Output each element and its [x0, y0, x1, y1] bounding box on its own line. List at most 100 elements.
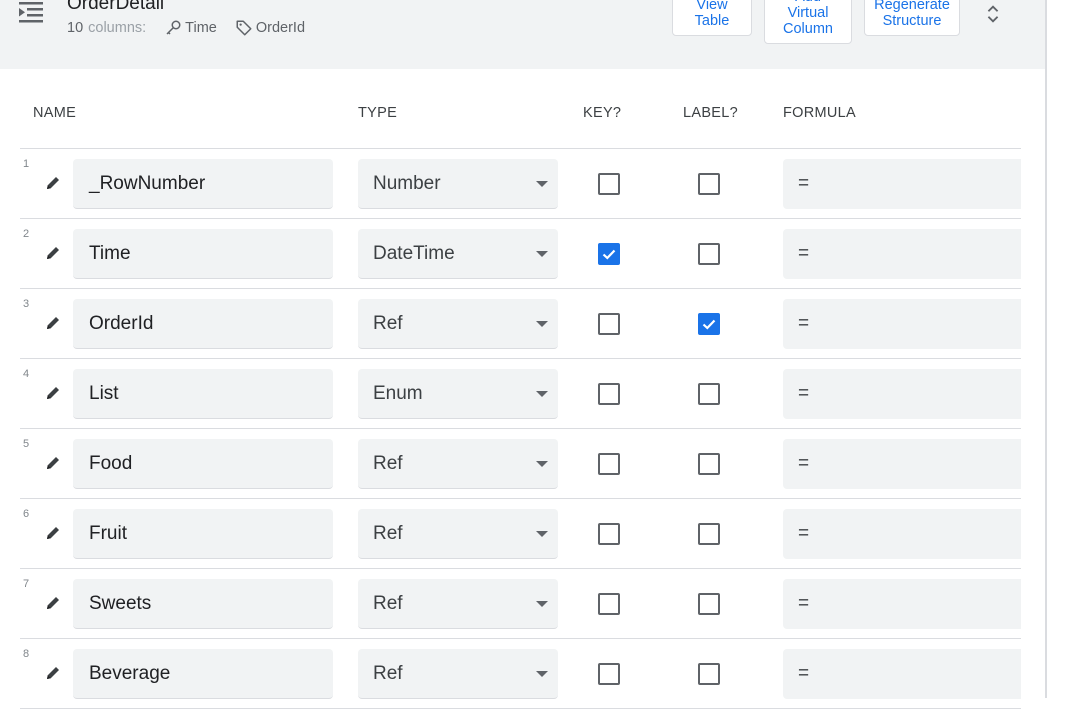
- formula-column-header: FORMULA: [783, 105, 856, 121]
- column-type-select[interactable]: Ref: [358, 299, 558, 349]
- column-row: 8 Beverage Ref =: [20, 639, 1021, 709]
- key-checkbox[interactable]: [598, 383, 620, 405]
- checkmark-icon: [602, 249, 616, 260]
- edit-pencil-icon[interactable]: [44, 524, 62, 542]
- checkmark-icon: [702, 319, 716, 330]
- formula-field[interactable]: =: [783, 229, 1021, 279]
- column-name-field[interactable]: OrderId: [73, 299, 333, 349]
- column-type-value: Ref: [373, 453, 403, 474]
- view-table-label: View Table: [694, 0, 730, 29]
- row-number: 3: [23, 298, 30, 310]
- key-checkbox[interactable]: [598, 593, 620, 615]
- formula-field[interactable]: =: [783, 369, 1021, 419]
- key-checkbox[interactable]: [598, 243, 620, 265]
- edit-pencil-icon[interactable]: [44, 664, 62, 682]
- row-divider: [20, 708, 1021, 709]
- column-type-select[interactable]: Enum: [358, 369, 558, 419]
- column-type-value: Ref: [373, 593, 403, 614]
- row-number: 7: [23, 578, 30, 590]
- formula-field[interactable]: =: [783, 439, 1021, 489]
- key-indicator: Time: [164, 19, 217, 37]
- dropdown-arrow-icon: [536, 601, 548, 607]
- column-name-field[interactable]: Beverage: [73, 649, 333, 699]
- regenerate-structure-label: Regenerate Structure: [874, 0, 950, 29]
- expand-collapse-icon[interactable]: [982, 3, 1004, 25]
- table-title: OrderDetail: [67, 0, 165, 14]
- columns-label: columns:: [88, 20, 147, 36]
- label-checkbox[interactable]: [698, 173, 720, 195]
- column-count: 10: [67, 20, 84, 36]
- dropdown-arrow-icon: [536, 251, 548, 257]
- regenerate-structure-button[interactable]: Regenerate Structure: [864, 0, 960, 36]
- key-checkbox[interactable]: [598, 523, 620, 545]
- label-checkbox[interactable]: [698, 453, 720, 475]
- column-name-field[interactable]: Sweets: [73, 579, 333, 629]
- column-type-select[interactable]: Ref: [358, 649, 558, 699]
- dropdown-arrow-icon: [536, 181, 548, 187]
- dropdown-arrow-icon: [536, 391, 548, 397]
- column-type-value: Ref: [373, 523, 403, 544]
- edit-pencil-icon[interactable]: [44, 454, 62, 472]
- formula-field[interactable]: =: [783, 299, 1021, 349]
- dropdown-arrow-icon: [536, 671, 548, 677]
- column-row: 2 Time DateTime =: [20, 219, 1021, 289]
- formula-field[interactable]: =: [783, 509, 1021, 559]
- edit-pencil-icon[interactable]: [44, 314, 62, 332]
- label-checkbox[interactable]: [698, 523, 720, 545]
- row-number: 8: [23, 648, 30, 660]
- column-row: 6 Fruit Ref =: [20, 499, 1021, 569]
- tag-icon: [236, 20, 252, 36]
- column-row: 1 _RowNumber Number =: [20, 149, 1021, 219]
- edit-pencil-icon[interactable]: [44, 244, 62, 262]
- column-type-value: Enum: [373, 383, 423, 404]
- row-number: 1: [23, 158, 30, 170]
- edit-pencil-icon[interactable]: [44, 384, 62, 402]
- edit-pencil-icon[interactable]: [44, 174, 62, 192]
- menu-collapse-icon[interactable]: [19, 2, 43, 26]
- key-checkbox[interactable]: [598, 173, 620, 195]
- label-checkbox[interactable]: [698, 663, 720, 685]
- name-column-header: NAME: [33, 105, 77, 121]
- row-number: 4: [23, 368, 30, 380]
- column-name-field[interactable]: Time: [73, 229, 333, 279]
- column-type-value: Ref: [373, 313, 403, 334]
- column-row: 3 OrderId Ref =: [20, 289, 1021, 359]
- column-row: 7 Sweets Ref =: [20, 569, 1021, 639]
- key-checkbox[interactable]: [598, 313, 620, 335]
- label-checkbox[interactable]: [698, 243, 720, 265]
- formula-field[interactable]: =: [783, 579, 1021, 629]
- label-column-header: LABEL?: [683, 105, 739, 121]
- column-row: 5 Food Ref =: [20, 429, 1021, 499]
- column-type-select[interactable]: Number: [358, 159, 558, 209]
- row-number: 6: [23, 508, 30, 520]
- row-number: 2: [23, 228, 30, 240]
- column-name-field[interactable]: Food: [73, 439, 333, 489]
- column-type-select[interactable]: Ref: [358, 509, 558, 559]
- column-name-field[interactable]: _RowNumber: [73, 159, 333, 209]
- column-name-field[interactable]: Fruit: [73, 509, 333, 559]
- key-checkbox[interactable]: [598, 663, 620, 685]
- add-virtual-column-label: Add Virtual Column: [783, 0, 833, 37]
- view-table-button[interactable]: View Table: [672, 0, 752, 36]
- label-checkbox[interactable]: [698, 383, 720, 405]
- column-type-select[interactable]: DateTime: [358, 229, 558, 279]
- label-checkbox[interactable]: [698, 593, 720, 615]
- edit-pencil-icon[interactable]: [44, 594, 62, 612]
- table-summary: 10 columns: Time OrderId: [67, 19, 305, 37]
- add-virtual-column-button[interactable]: Add Virtual Column: [764, 0, 852, 44]
- type-column-header: TYPE: [358, 105, 398, 121]
- column-name-field[interactable]: List: [73, 369, 333, 419]
- formula-field[interactable]: =: [783, 649, 1021, 699]
- column-row: 4 List Enum =: [20, 359, 1021, 429]
- page-scrollbar[interactable]: [1045, 0, 1047, 698]
- label-checkbox[interactable]: [698, 313, 720, 335]
- key-column-header: KEY?: [583, 105, 622, 121]
- column-type-value: Number: [373, 173, 441, 194]
- label-indicator: OrderId: [235, 19, 305, 37]
- table-header: OrderDetail 10 columns: Time OrderId Vie…: [0, 0, 1045, 69]
- column-type-select[interactable]: Ref: [358, 579, 558, 629]
- column-type-value: Ref: [373, 663, 403, 684]
- formula-field[interactable]: =: [783, 159, 1021, 209]
- column-type-select[interactable]: Ref: [358, 439, 558, 489]
- key-checkbox[interactable]: [598, 453, 620, 475]
